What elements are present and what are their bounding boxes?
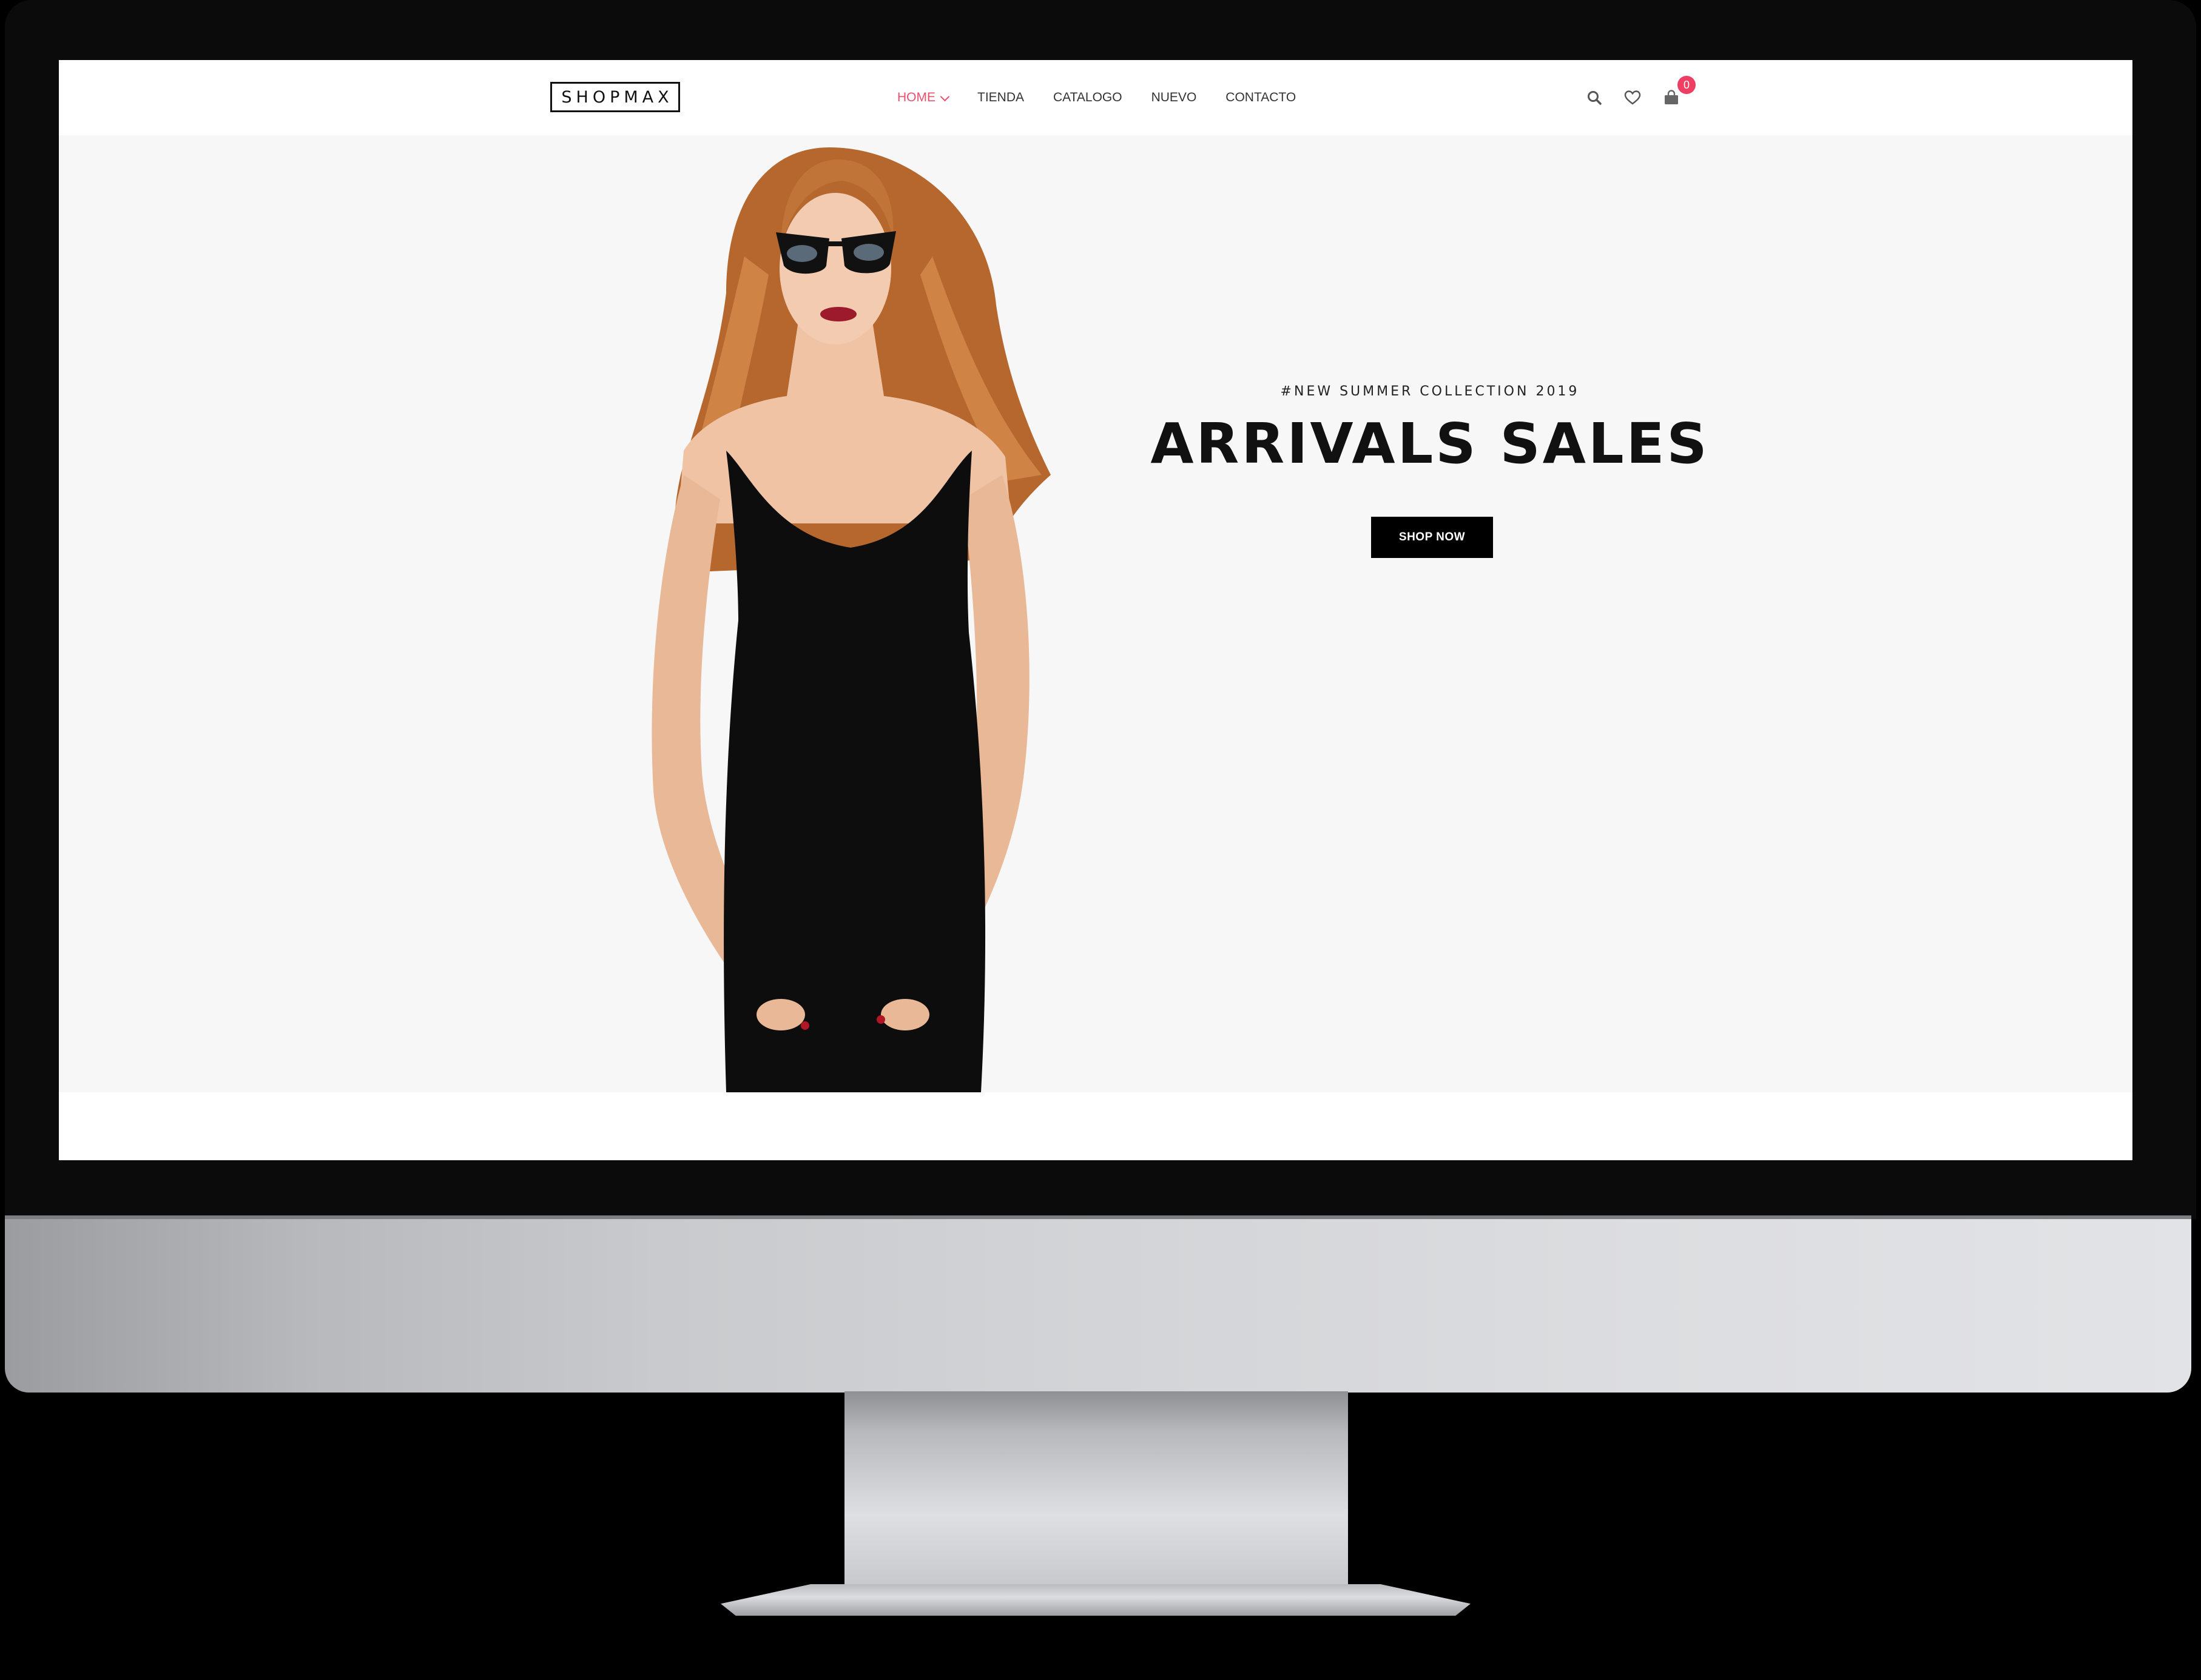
shop-now-button[interactable]: SHOP NOW xyxy=(1371,517,1493,558)
header-icons: 0 xyxy=(1586,76,1702,111)
website-screen: SHOPMAX HOME TIENDA CATALOGO NUEVO CONTA… xyxy=(59,60,2132,1160)
site-logo[interactable]: SHOPMAX xyxy=(550,82,680,112)
chevron-down-icon xyxy=(940,92,950,101)
nav-item-contacto[interactable]: CONTACTO xyxy=(1225,90,1296,105)
nav-item-tienda[interactable]: TIENDA xyxy=(977,90,1024,105)
heart-icon[interactable] xyxy=(1624,90,1641,106)
nav-item-catalogo[interactable]: CATALOGO xyxy=(1053,90,1122,105)
main-nav: HOME TIENDA CATALOGO NUEVO CONTACTO xyxy=(897,87,1325,109)
below-fold xyxy=(59,1092,2132,1160)
device-mockup: SHOPMAX HOME TIENDA CATALOGO NUEVO CONTA… xyxy=(0,0,2201,1680)
hero-headline: ARRIVALS SALES xyxy=(1150,411,1710,476)
hero-kicker: #NEW SUMMER COLLECTION 2019 xyxy=(1280,384,1580,399)
hero-banner: #NEW SUMMER COLLECTION 2019 ARRIVALS SAL… xyxy=(59,135,2132,1092)
monitor-chin xyxy=(5,1215,2191,1393)
monitor-base xyxy=(721,1584,1471,1616)
site-header: SHOPMAX HOME TIENDA CATALOGO NUEVO CONTA… xyxy=(59,60,2132,135)
nav-label-contacto: CONTACTO xyxy=(1225,90,1296,104)
hero-model-image xyxy=(652,147,1051,1092)
nav-label-home: HOME xyxy=(897,90,935,104)
nav-item-home[interactable]: HOME xyxy=(897,90,950,105)
nav-item-nuevo[interactable]: NUEVO xyxy=(1151,90,1197,105)
nav-label-tienda: TIENDA xyxy=(977,90,1025,104)
shopping-bag-icon[interactable]: 0 xyxy=(1663,76,1696,106)
nav-label-catalogo: CATALOGO xyxy=(1053,90,1122,104)
nav-label-nuevo: NUEVO xyxy=(1151,90,1197,104)
monitor-stand xyxy=(844,1391,1348,1598)
search-icon[interactable] xyxy=(1586,90,1602,106)
cart-count-badge: 0 xyxy=(1677,76,1696,94)
